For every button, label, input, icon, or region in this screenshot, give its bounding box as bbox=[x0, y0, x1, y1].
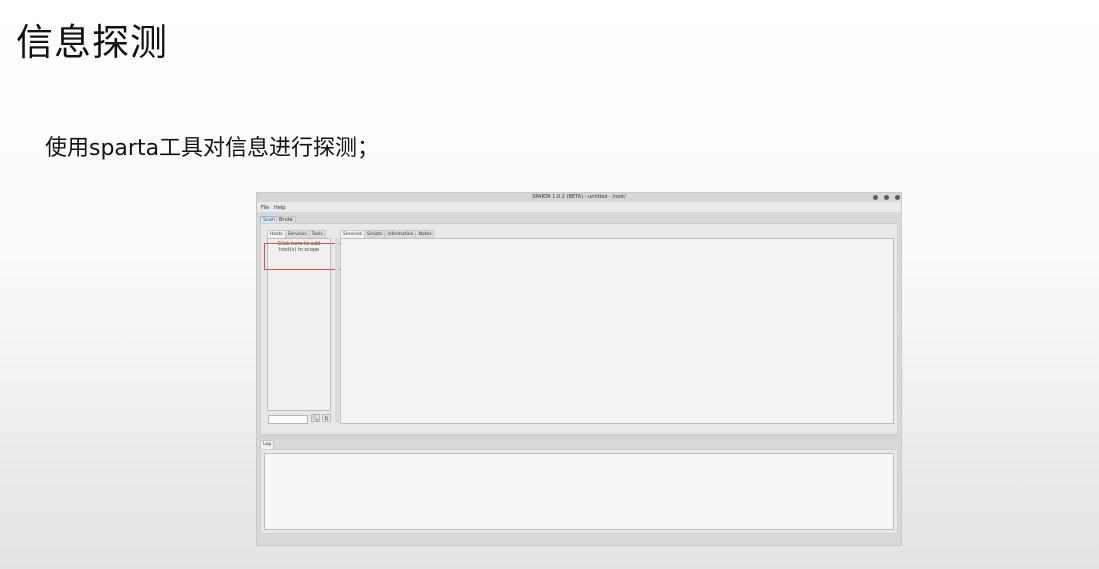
log-panel bbox=[260, 449, 898, 534]
minimize-button[interactable] bbox=[873, 195, 878, 200]
window-title: SPARTA 1.0.2 (BETA) - untitled - /root/ bbox=[532, 194, 626, 200]
tab-log[interactable]: Log bbox=[260, 440, 275, 449]
highlight-box bbox=[264, 243, 346, 270]
log-area[interactable] bbox=[264, 453, 894, 530]
search-icon[interactable]: 🔍 bbox=[311, 414, 320, 422]
menu-help[interactable]: Help bbox=[274, 205, 285, 211]
menu-bar: File Help bbox=[257, 202, 901, 212]
window-titlebar: SPARTA 1.0.2 (BETA) - untitled - /root/ bbox=[257, 193, 901, 202]
mode-tabs: Scan Brute bbox=[257, 213, 901, 224]
slide-title: 信息探测 bbox=[16, 21, 168, 64]
horizontal-splitter[interactable] bbox=[260, 435, 898, 439]
host-search-input[interactable] bbox=[268, 415, 308, 424]
sparta-window: SPARTA 1.0.2 (BETA) - untitled - /root/ … bbox=[256, 192, 902, 546]
vertical-splitter[interactable] bbox=[335, 238, 339, 423]
right-tabs: Services Scripts Information Notes bbox=[340, 230, 435, 239]
slide-subtitle: 使用sparta工具对信息进行探测； bbox=[45, 136, 380, 161]
menu-file[interactable]: File bbox=[261, 205, 269, 211]
maximize-button[interactable] bbox=[884, 195, 889, 200]
close-button[interactable] bbox=[895, 195, 900, 200]
filter-icon[interactable]: ⇅ bbox=[322, 414, 331, 422]
left-tabs: Hosts Services Tools bbox=[267, 230, 326, 239]
services-panel[interactable] bbox=[340, 238, 894, 424]
scan-content: Hosts Services Tools Services Scripts Inform… bbox=[260, 223, 898, 435]
